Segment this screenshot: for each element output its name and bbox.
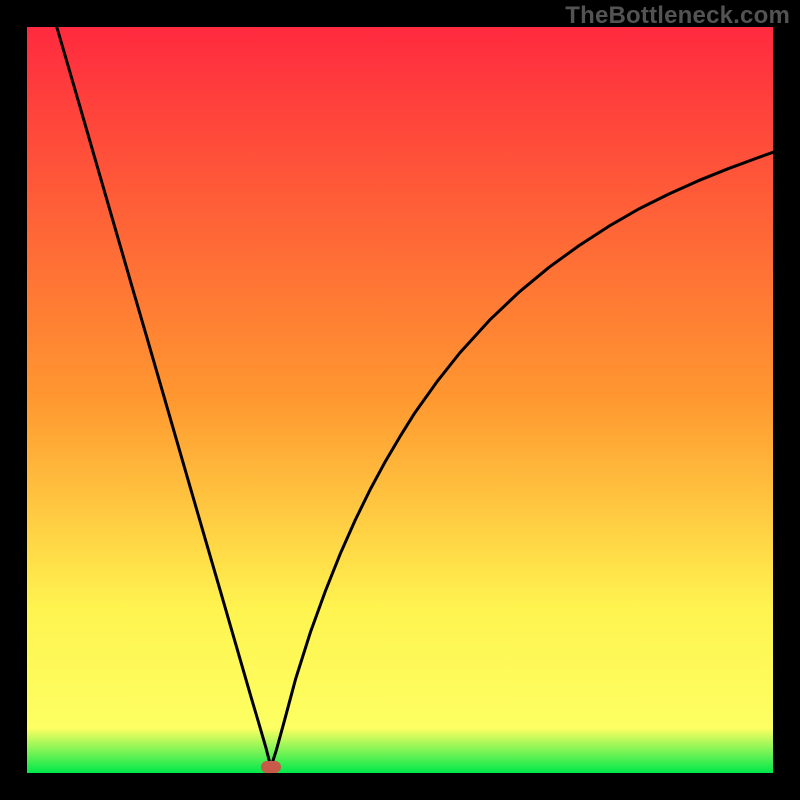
chart-frame: TheBottleneck.com (0, 0, 800, 800)
watermark-text: TheBottleneck.com (565, 2, 790, 30)
gradient-background (27, 27, 773, 773)
minimum-marker (261, 761, 281, 773)
bottleneck-chart (0, 0, 800, 800)
